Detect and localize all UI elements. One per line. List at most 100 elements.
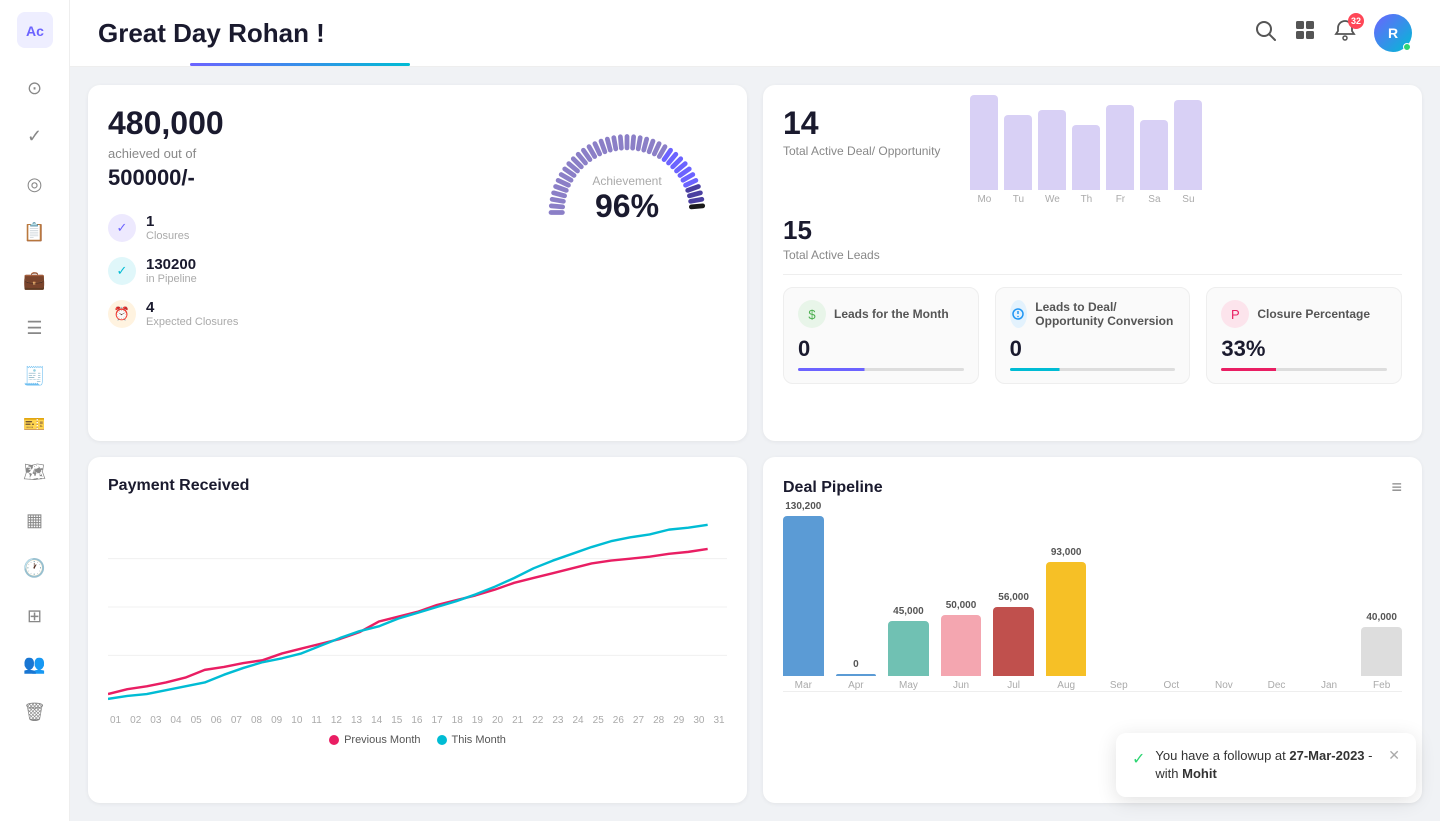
- leads-conversion-icon: [1010, 300, 1028, 328]
- x-label: 21: [512, 715, 523, 726]
- divider: [783, 274, 1402, 275]
- sidebar-item-list[interactable]: ☰: [15, 308, 55, 348]
- grid-icon[interactable]: [1294, 19, 1316, 47]
- sidebar-item-briefcase[interactable]: 💼: [15, 260, 55, 300]
- gauge-percent: 96%: [592, 188, 661, 225]
- sidebar-item-trash[interactable]: 🗑: [15, 692, 55, 732]
- prev-month-legend: Previous Month: [329, 734, 420, 746]
- pipeline-bar-col-jun: 50,000 Jun: [941, 600, 982, 691]
- pipeline-bar-col-feb: 40,000 Feb: [1361, 612, 1402, 691]
- sidebar-item-home[interactable]: ⊙: [15, 68, 55, 108]
- pipeline-bar-value: 56,000: [998, 592, 1029, 603]
- closures-metric: ✓ 1 Closures: [108, 213, 238, 242]
- gauge-label: Achievement: [592, 174, 661, 188]
- notification-bell-icon[interactable]: 32: [1334, 19, 1356, 47]
- x-label: 05: [191, 715, 202, 726]
- sidebar-item-clipboard[interactable]: 📋: [15, 212, 55, 252]
- pipeline-bar-value: 45,000: [893, 606, 924, 617]
- sidebar-item-ticket[interactable]: 🎫: [15, 404, 55, 444]
- pipeline-bar-label: Dec: [1268, 680, 1286, 691]
- leads-month-icon: $: [798, 300, 826, 328]
- lead-count: 15: [783, 215, 1402, 246]
- sidebar-item-targets[interactable]: ◎: [15, 164, 55, 204]
- x-label: 10: [291, 715, 302, 726]
- lead-label: Total Active Leads: [783, 248, 1402, 262]
- x-label: 19: [472, 715, 483, 726]
- line-chart: [108, 507, 727, 707]
- lead-count-section: 15 Total Active Leads: [783, 215, 1402, 262]
- sidebar-item-invoice[interactable]: 🧾: [15, 356, 55, 396]
- pipeline-bar-label: Oct: [1164, 680, 1180, 691]
- sidebar-item-map[interactable]: 🗺: [15, 452, 55, 492]
- x-label: 03: [150, 715, 161, 726]
- pipeline-menu-icon[interactable]: ≡: [1391, 477, 1402, 498]
- pipeline-bar: [941, 615, 982, 676]
- x-label: 16: [411, 715, 422, 726]
- x-label: 15: [391, 715, 402, 726]
- x-label: 17: [432, 715, 443, 726]
- line-chart-svg: [108, 507, 727, 707]
- expected-labels: 4 Expected Closures: [146, 299, 238, 328]
- sidebar-item-layout[interactable]: ▦: [15, 500, 55, 540]
- achievement-number: 480,000: [108, 105, 238, 142]
- user-avatar[interactable]: R: [1374, 14, 1412, 52]
- toast-close-icon[interactable]: ✕: [1388, 747, 1400, 764]
- deal-count-section: 14 Total Active Deal/ Opportunity: [783, 105, 940, 158]
- pipeline-bar-col-dec: Dec: [1256, 676, 1297, 691]
- bar-day-label: Sa: [1148, 194, 1160, 205]
- leads-month-title: Leads for the Month: [834, 307, 949, 321]
- leads-month-card: $ Leads for the Month 0: [783, 287, 979, 384]
- pipeline-bar-col-nov: Nov: [1204, 676, 1245, 691]
- pipeline-icon: ✓: [108, 257, 136, 285]
- sidebar-item-users[interactable]: 👥: [15, 644, 55, 684]
- closure-pct-header: P Closure Percentage: [1221, 300, 1387, 328]
- x-label: 28: [653, 715, 664, 726]
- x-label: 02: [130, 715, 141, 726]
- toast-check-icon: ✓: [1132, 749, 1145, 769]
- online-indicator: [1403, 43, 1411, 51]
- bar-day-label: Fr: [1116, 194, 1125, 205]
- pipeline-bar: [888, 621, 929, 676]
- pipeline-bar-label: Jun: [953, 680, 969, 691]
- search-icon[interactable]: [1254, 19, 1276, 47]
- payment-title: Payment Received: [108, 477, 727, 495]
- expected-closures-metric: ⏰ 4 Expected Closures: [108, 299, 238, 328]
- notification-count: 32: [1348, 13, 1364, 29]
- closures-icon: ✓: [108, 214, 136, 242]
- pipeline-bar-label: Sep: [1110, 680, 1128, 691]
- bar-col-tu: Tu: [1004, 115, 1032, 205]
- pipeline-bar-chart: 130,200 Mar 0 Apr 45,000 May 50,000 Jun …: [783, 512, 1402, 692]
- pipeline-bar-label: Nov: [1215, 680, 1233, 691]
- this-month-label: This Month: [452, 734, 506, 746]
- leads-conversion-title: Leads to Deal/ Opportunity Conversion: [1035, 300, 1175, 328]
- chart-legend: Previous Month This Month: [108, 734, 727, 746]
- bar-col-mo: Mo: [970, 95, 998, 205]
- pipeline-bar-col-apr: 0 Apr: [836, 659, 877, 691]
- this-month-legend: This Month: [437, 734, 506, 746]
- pipeline-bar-label: Jul: [1007, 680, 1020, 691]
- pipeline-header: Deal Pipeline ≡: [783, 477, 1402, 498]
- pipeline-bar-col-may: 45,000 May: [888, 606, 929, 691]
- bar-day-label: Su: [1182, 194, 1194, 205]
- x-axis-labels: 0102030405060708091011121314151617181920…: [108, 715, 727, 726]
- achievement-card: 480,000 achieved out of 500000/- ✓ 1 Clo…: [88, 85, 747, 441]
- prev-month-dot: [329, 735, 339, 745]
- bar-day-label: Th: [1081, 194, 1093, 205]
- pipeline-bar-col-mar: 130,200 Mar: [783, 501, 824, 691]
- bar: [1072, 125, 1100, 190]
- gauge-chart: Achievement 96%: [527, 105, 727, 225]
- sidebar-item-tasks[interactable]: ✓: [15, 116, 55, 156]
- sidebar-item-clock[interactable]: 🕐: [15, 548, 55, 588]
- toast-date: 27-Mar-2023: [1289, 748, 1364, 763]
- prev-month-label: Previous Month: [344, 734, 420, 746]
- x-label: 26: [613, 715, 624, 726]
- pipeline-bar-col-aug: 93,000 Aug: [1046, 547, 1087, 691]
- closures-value: 1: [146, 213, 189, 230]
- pipeline-bar: [993, 607, 1034, 676]
- closures-label: Closures: [146, 230, 189, 242]
- bar-col-we: We: [1038, 110, 1066, 205]
- gauge-text: Achievement 96%: [592, 174, 661, 225]
- x-label: 27: [633, 715, 644, 726]
- leads-conversion-bar: [1010, 368, 1176, 371]
- sidebar-item-table[interactable]: ⊞: [15, 596, 55, 636]
